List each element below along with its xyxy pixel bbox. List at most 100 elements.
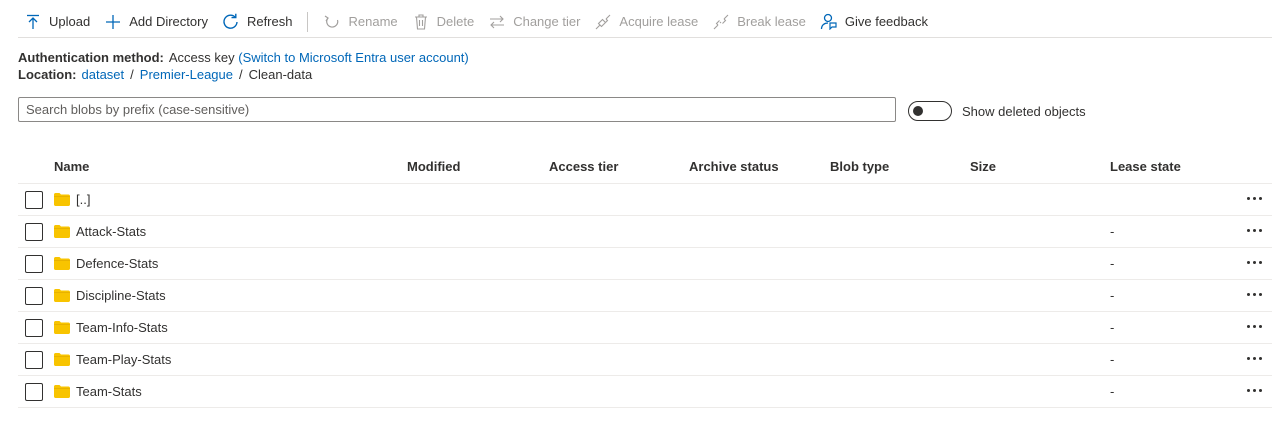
show-deleted-toggle-group: Show deleted objects [908,101,1086,121]
add-directory-button[interactable]: Add Directory [97,8,215,36]
column-size[interactable]: Size [970,159,996,174]
column-archive-status[interactable]: Archive status [689,159,779,174]
column-modified[interactable]: Modified [407,159,460,174]
column-access-tier[interactable]: Access tier [549,159,618,174]
ellipsis-icon [1246,324,1262,328]
upload-button[interactable]: Upload [18,8,97,36]
refresh-label: Refresh [246,14,293,29]
give-feedback-label: Give feedback [844,14,928,29]
row-name[interactable]: Team-Stats [76,384,142,399]
rename-label: Rename [348,14,398,29]
refresh-button[interactable]: Refresh [215,8,300,36]
row-lease-state: - [1110,224,1115,239]
change-tier-button[interactable]: Change tier [481,8,587,36]
container-info: Authentication method: Access key (Switc… [18,50,469,84]
add-directory-label: Add Directory [129,14,208,29]
more-options-button[interactable] [1240,220,1268,240]
breadcrumb-premier-league[interactable]: Premier-League [140,67,233,83]
table-row[interactable]: Team-Stats - [18,376,1272,408]
row-checkbox[interactable] [25,383,43,401]
row-lease-state: - [1110,320,1115,335]
link-icon [594,13,612,31]
broken-link-icon [712,13,730,31]
row-checkbox[interactable] [25,255,43,273]
row-name[interactable]: Team-Info-Stats [76,320,168,335]
folder-icon [54,257,70,270]
auth-method-value: Access key [168,50,235,65]
toolbar-divider [307,11,309,32]
ellipsis-icon [1246,196,1262,200]
ellipsis-icon [1246,228,1262,232]
breadcrumb-dataset[interactable]: dataset [82,67,125,83]
upload-label: Upload [49,14,91,29]
row-checkbox[interactable] [25,287,43,305]
break-lease-button[interactable]: Break lease [705,8,813,36]
more-options-button[interactable] [1240,188,1268,208]
row-checkbox[interactable] [25,319,43,337]
more-options-button[interactable] [1240,380,1268,400]
table-row[interactable]: Discipline-Stats - [18,280,1272,312]
row-name[interactable]: Discipline-Stats [76,288,166,303]
breadcrumb-clean-data: Clean-data [248,67,313,82]
rename-icon [323,13,341,31]
ellipsis-icon [1246,388,1262,392]
switch-auth-link[interactable]: (Switch to Microsoft Entra user account) [238,50,468,66]
location-label: Location: [18,67,77,82]
trash-icon [412,13,430,31]
row-checkbox[interactable] [25,351,43,369]
row-checkbox[interactable] [25,223,43,241]
acquire-lease-label: Acquire lease [619,14,699,29]
search-blobs-input[interactable] [18,97,896,122]
row-lease-state: - [1110,352,1115,367]
column-lease-state[interactable]: Lease state [1110,159,1181,174]
folder-icon [54,225,70,238]
plus-icon [104,13,122,31]
rename-button[interactable]: Rename [316,8,404,36]
row-name[interactable]: Attack-Stats [76,224,146,239]
table-row[interactable]: Team-Info-Stats - [18,312,1272,344]
column-name[interactable]: Name [54,159,89,174]
column-blob-type[interactable]: Blob type [830,159,889,174]
swap-arrows-icon [488,13,506,31]
table-row[interactable]: Defence-Stats - [18,248,1272,280]
delete-label: Delete [436,14,475,29]
ellipsis-icon [1246,260,1262,264]
more-options-button[interactable] [1240,284,1268,304]
row-name[interactable]: Team-Play-Stats [76,352,171,367]
table-header: Name Modified Access tier Archive status… [18,150,1272,184]
breadcrumb-separator: / [239,67,243,82]
table-row[interactable]: Team-Play-Stats - [18,344,1272,376]
delete-button[interactable]: Delete [405,8,482,36]
blob-table: Name Modified Access tier Archive status… [18,150,1272,408]
table-row[interactable]: [..] [18,184,1272,216]
row-name[interactable]: Defence-Stats [76,256,158,271]
give-feedback-button[interactable]: Give feedback [813,8,935,36]
ellipsis-icon [1246,292,1262,296]
feedback-icon [820,13,838,31]
row-lease-state: - [1110,256,1115,271]
change-tier-label: Change tier [513,14,581,29]
row-lease-state: - [1110,384,1115,399]
show-deleted-label: Show deleted objects [962,103,1086,119]
row-name[interactable]: [..] [76,192,90,207]
folder-icon [54,353,70,366]
folder-icon [54,193,70,206]
row-checkbox[interactable] [25,191,43,209]
breadcrumb: Location: dataset / Premier-League / Cle… [18,67,469,83]
row-lease-state: - [1110,288,1115,303]
folder-icon [54,321,70,334]
upload-icon [24,13,42,31]
folder-icon [54,289,70,302]
more-options-button[interactable] [1240,348,1268,368]
more-options-button[interactable] [1240,252,1268,272]
auth-method-label: Authentication method: [18,50,164,65]
show-deleted-toggle[interactable] [908,101,952,121]
break-lease-label: Break lease [737,14,806,29]
acquire-lease-button[interactable]: Acquire lease [587,8,705,36]
command-bar: Upload Add Directory Refresh Rename Dele… [18,6,1272,38]
toggle-knob [913,106,923,116]
more-options-button[interactable] [1240,316,1268,336]
table-row[interactable]: Attack-Stats - [18,216,1272,248]
folder-icon [54,385,70,398]
refresh-icon [222,13,240,31]
